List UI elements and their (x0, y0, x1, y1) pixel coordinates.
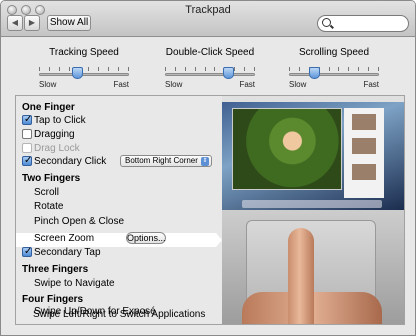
slow-label: Slow (39, 80, 57, 89)
three-fingers-heading: Three Fingers (22, 264, 89, 275)
slider-tick (328, 67, 330, 71)
slider-tick (378, 67, 379, 71)
switch-applications-row[interactable]: Swipe Left/Right to Switch Applications (33, 308, 205, 321)
gesture-demo-video (222, 96, 404, 324)
slider-tick (68, 67, 70, 71)
drag-lock-label: Drag Lock (34, 143, 80, 154)
drag-lock-row: Drag Lock (16, 142, 216, 155)
scrolling-speed-knob[interactable] (308, 67, 320, 79)
slider-tick (98, 67, 100, 71)
scroll-row[interactable]: Scroll (34, 186, 59, 199)
slow-label: Slow (289, 80, 307, 89)
gestures-panel: One Finger Tap to Click Dragging Drag Lo… (15, 95, 405, 325)
secondary-tap-row[interactable]: Secondary Tap (16, 245, 216, 259)
tap-to-click-label: Tap to Click (34, 115, 86, 126)
slider-tick (165, 67, 166, 71)
slider-tick (348, 67, 350, 71)
slider-ticks (39, 67, 129, 71)
tap-to-click-checkbox[interactable] (22, 113, 32, 126)
tracking-speed-track[interactable] (39, 73, 129, 76)
slider-tick (338, 67, 340, 71)
secondary-click-corner-value: Bottom Right Corner (125, 156, 198, 165)
fast-label: Fast (363, 80, 379, 89)
slider-tick (194, 67, 196, 71)
demo-screen (222, 96, 404, 210)
screen-zoom-label: Screen Zoom (34, 233, 95, 244)
tracking-speed-knob[interactable] (72, 67, 84, 79)
secondary-tap-label: Secondary Tap (34, 247, 101, 258)
slider-tick (88, 67, 90, 71)
rotate-row[interactable]: Rotate (34, 200, 63, 213)
forward-arrow-icon: ▶ (28, 18, 36, 27)
slider-tick (358, 67, 360, 71)
slider-tick (118, 67, 120, 71)
popup-arrows-icon: ⇕ (201, 157, 209, 166)
forward-button[interactable]: ▶ (24, 15, 40, 31)
slider-ticks (165, 67, 255, 71)
demo-trackpad-area (222, 210, 404, 324)
drag-lock-checkbox (22, 143, 32, 153)
toolbar: Trackpad ◀ ▶ Show All (1, 1, 415, 37)
screen-zoom-options-button[interactable]: Options... (126, 232, 166, 244)
back-button[interactable]: ◀ (7, 15, 23, 31)
demo-finger (288, 228, 314, 324)
secondary-click-corner-popup[interactable]: Bottom Right Corner ⇕ (120, 155, 212, 167)
dragging-row[interactable]: Dragging (16, 128, 216, 141)
double-click-speed-knob[interactable] (222, 67, 234, 79)
pinch-row[interactable]: Pinch Open & Close (34, 215, 124, 228)
slider-tick (234, 67, 236, 71)
secondary-click-label: Secondary Click (34, 156, 107, 167)
slider-tick (58, 67, 60, 71)
search-field[interactable] (317, 15, 409, 32)
slider-tick (174, 67, 176, 71)
slider-tick (48, 67, 50, 71)
back-arrow-icon: ◀ (11, 18, 19, 27)
tracking-speed-label: Tracking Speed (49, 47, 119, 58)
slider-tick (298, 67, 300, 71)
demo-menubar (222, 96, 404, 102)
slider-tick (39, 67, 40, 71)
double-click-speed-track[interactable] (165, 73, 255, 76)
slider-tick (289, 67, 290, 71)
slider-tick (214, 67, 216, 71)
secondary-click-row[interactable]: Secondary Click Bottom Right Corner ⇕ (16, 154, 216, 168)
slider-tick (128, 67, 129, 71)
trackpad-preferences-window: Trackpad ◀ ▶ Show All Tracking Speed Slo… (0, 0, 416, 336)
slider-tick (244, 67, 246, 71)
slider-ticks (289, 67, 379, 71)
secondary-tap-checkbox[interactable] (22, 245, 32, 258)
scrolling-speed-label: Scrolling Speed (298, 47, 370, 58)
dragging-label: Dragging (34, 129, 75, 140)
demo-dock (242, 200, 382, 208)
slider-tick (184, 67, 186, 71)
two-fingers-heading: Two Fingers (22, 173, 81, 184)
slider-tick (108, 67, 110, 71)
search-icon (322, 18, 331, 27)
fast-label: Fast (239, 80, 255, 89)
swipe-to-navigate-row[interactable]: Swipe to Navigate (34, 277, 115, 290)
scrolling-speed-track[interactable] (289, 73, 379, 76)
slider-tick (368, 67, 370, 71)
double-click-speed-label: Double-Click Speed (165, 47, 255, 58)
dragging-checkbox[interactable] (22, 129, 32, 139)
gesture-list: One Finger Tap to Click Dragging Drag Lo… (16, 96, 218, 324)
screen-zoom-row[interactable]: Screen Zoom Options... (34, 232, 216, 245)
demo-thumbnails (344, 108, 384, 198)
slow-label: Slow (165, 80, 183, 89)
slider-tick (204, 67, 206, 71)
slider-tick (254, 67, 255, 71)
secondary-click-checkbox[interactable] (22, 154, 32, 167)
show-all-button[interactable]: Show All (47, 15, 91, 31)
demo-photo (232, 108, 342, 190)
tap-to-click-row[interactable]: Tap to Click (16, 113, 216, 127)
fast-label: Fast (113, 80, 129, 89)
